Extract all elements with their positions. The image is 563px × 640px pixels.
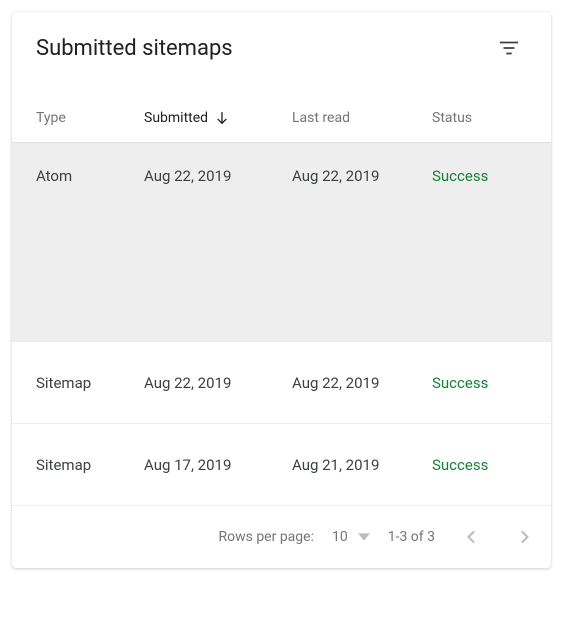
table-row[interactable]: Atom Aug 22, 2019 Aug 22, 2019 Success	[12, 142, 551, 342]
prev-page-button[interactable]	[453, 519, 489, 555]
cell-last-read: Aug 22, 2019	[292, 167, 432, 185]
cell-type: Sitemap	[36, 456, 144, 474]
cell-last-read: Aug 22, 2019	[292, 374, 432, 392]
chevron-right-icon	[515, 527, 535, 547]
column-header-last-read[interactable]: Last read	[292, 110, 432, 126]
arrow-down-icon	[214, 110, 230, 126]
column-header-label: Status	[432, 110, 472, 126]
cell-status: Success	[432, 456, 551, 474]
filter-button[interactable]	[491, 30, 527, 66]
card-header: Submitted sitemaps	[12, 12, 551, 78]
column-header-submitted[interactable]: Submitted	[144, 110, 292, 126]
table-row[interactable]: Sitemap Aug 17, 2019 Aug 21, 2019 Succes…	[12, 424, 551, 506]
column-header-type[interactable]: Type	[36, 110, 144, 126]
rows-per-page-value: 10	[332, 529, 348, 545]
cell-status: Success	[432, 374, 551, 392]
pagination-range: 1-3 of 3	[388, 529, 435, 545]
rows-per-page-label: Rows per page:	[218, 529, 313, 545]
chevron-left-icon	[461, 527, 481, 547]
rows-per-page-select[interactable]: 10	[332, 529, 370, 545]
cell-type: Sitemap	[36, 374, 144, 392]
cell-type: Atom	[36, 167, 144, 185]
next-page-button[interactable]	[507, 519, 543, 555]
cell-submitted: Aug 22, 2019	[144, 167, 292, 185]
triangle-down-icon	[358, 531, 370, 543]
cell-last-read: Aug 21, 2019	[292, 456, 432, 474]
filter-icon	[498, 37, 520, 59]
column-header-label: Submitted	[144, 110, 208, 126]
cell-status: Success	[432, 167, 551, 185]
card-title: Submitted sitemaps	[36, 36, 233, 61]
table-header-row: Type Submitted Last read Status	[12, 94, 551, 142]
column-header-status[interactable]: Status	[432, 110, 551, 126]
table-footer: Rows per page: 10 1-3 of 3	[12, 506, 551, 568]
column-header-label: Last read	[292, 110, 350, 126]
table-row[interactable]: Sitemap Aug 22, 2019 Aug 22, 2019 Succes…	[12, 342, 551, 424]
submitted-sitemaps-card: Submitted sitemaps Type Submitted Last r…	[12, 12, 551, 568]
cell-submitted: Aug 17, 2019	[144, 456, 292, 474]
cell-submitted: Aug 22, 2019	[144, 374, 292, 392]
column-header-label: Type	[36, 110, 66, 126]
